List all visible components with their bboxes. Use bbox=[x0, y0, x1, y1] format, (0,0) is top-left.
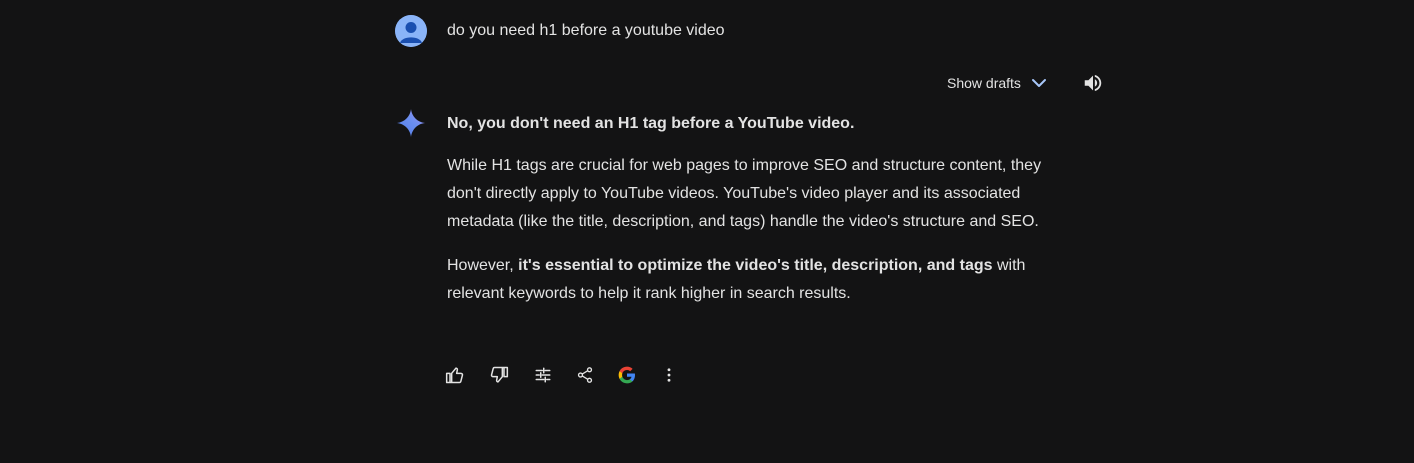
response-paragraph-1: While H1 tags are crucial for web pages … bbox=[447, 157, 1042, 230]
modify-response-icon bbox=[535, 367, 551, 383]
thumbs-down-icon bbox=[490, 366, 509, 383]
user-query-text: do you need h1 before a youtube video bbox=[447, 22, 725, 39]
response-heading: No, you don't need an H1 tag before a Yo… bbox=[447, 115, 855, 132]
response-body: No, you don't need an H1 tag before a Yo… bbox=[447, 112, 1077, 308]
show-drafts-label: Show drafts bbox=[947, 75, 1021, 91]
response-paragraph-2: However, it's essential to optimize the … bbox=[447, 252, 1077, 308]
thumbs-up-button[interactable] bbox=[440, 360, 470, 390]
paragraph-2-emphasis: it's essential to optimize the video's t… bbox=[518, 257, 993, 274]
response-actions bbox=[440, 360, 698, 390]
thumbs-up-icon bbox=[445, 367, 464, 384]
share-button[interactable] bbox=[570, 360, 600, 390]
more-options-icon bbox=[667, 368, 671, 382]
chevron-down-icon bbox=[1031, 78, 1047, 88]
user-avatar-icon bbox=[395, 15, 427, 47]
show-drafts-button[interactable]: Show drafts bbox=[935, 70, 1059, 96]
paragraph-2-intro: However, bbox=[447, 257, 519, 274]
chat-page: do you need h1 before a youtube video Sh… bbox=[0, 0, 1414, 463]
more-options-button[interactable] bbox=[654, 360, 684, 390]
modify-response-button[interactable] bbox=[528, 360, 558, 390]
read-aloud-button[interactable] bbox=[1078, 68, 1108, 98]
share-icon bbox=[577, 367, 593, 383]
google-search-icon bbox=[618, 366, 635, 384]
double-check-button[interactable] bbox=[612, 360, 642, 390]
gemini-spark-icon bbox=[396, 108, 426, 138]
user-avatar bbox=[395, 15, 427, 47]
volume-icon bbox=[1084, 74, 1102, 92]
thumbs-down-button[interactable] bbox=[484, 360, 514, 390]
